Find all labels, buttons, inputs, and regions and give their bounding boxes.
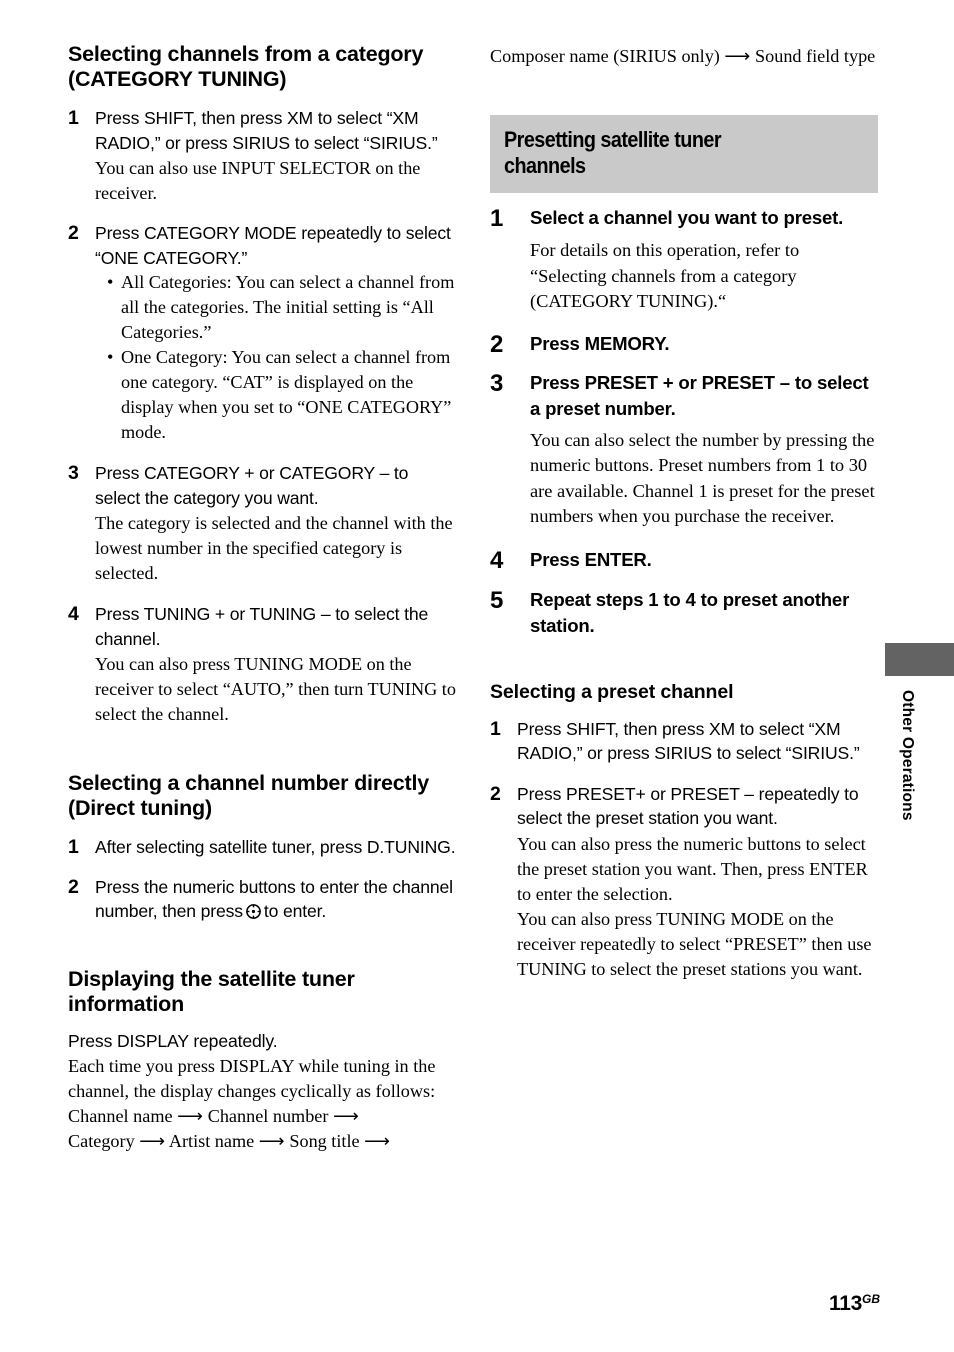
step-item: 1 Select a channel you want to preset. F…	[490, 205, 878, 315]
step-note-2: You can also press TUNING MODE on the re…	[517, 908, 872, 979]
banner-heading-presetting: Presetting satellite tuner channels	[490, 115, 878, 193]
step-item: 2 Press the numeric buttons to enter the…	[68, 875, 458, 924]
step-item: 5 Repeat steps 1 to 4 to preset another …	[490, 587, 878, 639]
step-note: You can also use INPUT SELECTOR on the r…	[95, 158, 421, 203]
page-number-value: 113	[829, 1292, 862, 1315]
step-note: The category is selected and the channel…	[95, 513, 453, 583]
list-item: All Categories: You can select a channel…	[107, 270, 458, 345]
display-body: Each time you press DISPLAY while tuning…	[68, 1055, 436, 1101]
step-item: 1 After selecting satellite tuner, press…	[68, 835, 458, 860]
display-intro: Press DISPLAY repeatedly.	[68, 1030, 278, 1051]
step-note-1: You can also press the numeric buttons t…	[517, 833, 868, 904]
step-item: 2 Press PRESET+ or PRESET – repeatedly t…	[490, 782, 878, 982]
step-number: 1	[68, 107, 79, 129]
step-number: 2	[490, 330, 504, 358]
subsection-title-preset-channel: Selecting a preset channel	[490, 680, 734, 703]
step-item: 4 Press ENTER.	[490, 546, 878, 574]
banner-title: Presetting satellite tuner channels	[504, 127, 722, 178]
step-note: For details on this operation, refer to …	[530, 240, 800, 311]
step-number: 5	[490, 586, 504, 614]
step-note: You can also select the number by pressi…	[530, 429, 875, 527]
right-column: Composer name (SIRIUS only) ⟶ Sound fiel…	[490, 44, 878, 982]
step-item: 4 Press TUNING + or TUNING – to select t…	[68, 602, 458, 727]
step-lead: Select a channel you want to preset.	[530, 207, 844, 228]
step-lead: After selecting satellite tuner, press D…	[95, 837, 456, 857]
steps-selecting-preset: 1 Press SHIFT, then press XM to select “…	[490, 717, 878, 982]
edge-tab-label: Other Operations	[899, 690, 916, 821]
steps-presetting: 1 Select a channel you want to preset. F…	[490, 205, 878, 639]
step-number: 2	[68, 875, 79, 898]
step-lead: Press SHIFT, then press XM to select “XM…	[517, 718, 860, 764]
display-cycle-line-1: Channel name ⟶ Channel number ⟶	[68, 1105, 360, 1126]
step-lead: Press SHIFT, then press XM to select “XM…	[95, 108, 438, 153]
step-lead-part-2: to enter.	[263, 901, 327, 921]
step-note: You can also press TUNING MODE on the re…	[95, 654, 456, 724]
step-lead: Press PRESET + or PRESET – to select a p…	[530, 371, 869, 419]
step-number: 3	[68, 462, 79, 484]
left-column: Selecting channels from a category (CATE…	[68, 42, 458, 1154]
step-lead: Press CATEGORY + or CATEGORY – to select…	[95, 463, 409, 508]
step-item: 3 Press PRESET + or PRESET – to select a…	[490, 370, 878, 530]
display-cycle-line-2: Category ⟶ Artist name ⟶ Song title ⟶	[68, 1130, 391, 1151]
step-item: 3 Press CATEGORY + or CATEGORY – to sele…	[68, 461, 458, 586]
edge-tab-marker	[885, 643, 954, 676]
step-lead: Repeat steps 1 to 4 to preset another st…	[530, 588, 850, 636]
step-lead: Press TUNING + or TUNING – to select the…	[95, 604, 429, 649]
list-item: One Category: You can select a channel f…	[107, 345, 458, 445]
step-number: 3	[490, 369, 504, 397]
steps-direct-tuning: 1 After selecting satellite tuner, press…	[68, 835, 458, 924]
step-lead: Press PRESET+ or PRESET – repeatedly to …	[517, 783, 859, 829]
steps-category-tuning: 1 Press SHIFT, then press XM to select “…	[68, 106, 458, 727]
page-title-category-tuning: Selecting channels from a category (CATE…	[68, 42, 424, 91]
step-item: 2 Press CATEGORY MODE repeatedly to sele…	[68, 221, 458, 445]
step-lead: Press CATEGORY MODE repeatedly to select…	[95, 223, 451, 268]
manual-page: Selecting channels from a category (CATE…	[0, 0, 954, 1352]
step-lead: Press ENTER.	[530, 548, 652, 570]
step-lead: Press MEMORY.	[530, 332, 670, 354]
step-number: 1	[68, 836, 79, 858]
page-title-direct-tuning: Selecting a channel number directly (Dir…	[68, 771, 429, 820]
step-number: 2	[68, 222, 79, 244]
step-item: 1 Press SHIFT, then press XM to select “…	[490, 717, 878, 766]
step-number: 2	[490, 782, 501, 805]
continuation-text: Composer name (SIRIUS only) ⟶ Sound fiel…	[490, 46, 876, 66]
step-item: 1 Press SHIFT, then press XM to select “…	[68, 106, 458, 206]
step-bullet-list: All Categories: You can select a channel…	[95, 270, 458, 445]
step-item: 2 Press MEMORY.	[490, 330, 878, 358]
step-number: 1	[490, 205, 504, 232]
page-title-display-info: Displaying the satellite tuner informati…	[68, 966, 355, 1016]
step-number: 4	[490, 546, 504, 574]
page-number-suffix: GB	[862, 1292, 880, 1306]
enter-circle-icon	[245, 903, 262, 920]
step-number: 1	[490, 717, 501, 740]
step-lead: Press the numeric buttons to enter the c…	[95, 875, 458, 924]
page-number: 113GB	[829, 1292, 880, 1316]
step-number: 4	[68, 603, 79, 625]
